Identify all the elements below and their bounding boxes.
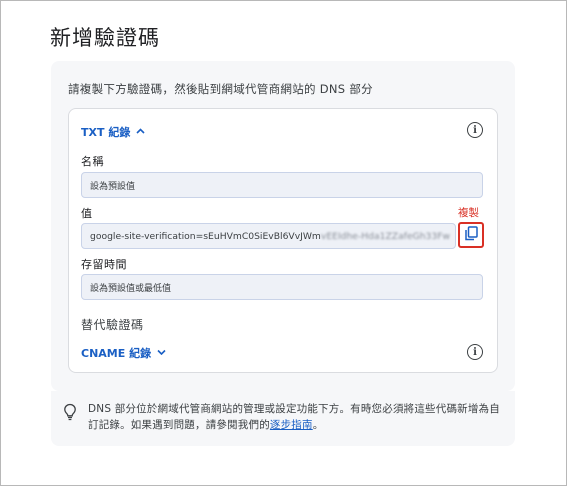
cname-record-label: CNAME 紀錄 [81,347,152,360]
step-by-step-guide-link[interactable]: 逐步指南 [270,419,313,431]
alternate-code-heading: 替代驗證碼 [81,318,144,332]
tip-text: DNS 部分位於網域代管商網站的管理或設定功能下方。有時您必須將這些代碼新增為自… [88,401,508,433]
name-field[interactable]: 設為預設值 [81,172,483,198]
copy-button[interactable] [458,222,484,248]
name-label: 名稱 [81,155,104,168]
page-title: 新增驗證碼 [50,26,160,50]
info-icon[interactable]: i [467,122,483,138]
verification-code-obscured: vEEIdhe-Hda1ZZafeGh33Fw [320,230,451,242]
verification-code-field[interactable]: google-site-verification=sEuHVmC0SiEvBl6… [81,223,456,249]
instruction-text: 請複製下方驗證碼，然後貼到網域代管商網站的 DNS 部分 [68,82,373,96]
txt-record-toggle[interactable]: TXT 紀錄 [81,124,145,140]
info-icon[interactable]: i [467,344,483,360]
tip-text-end: 。 [312,419,324,431]
cname-record-toggle[interactable]: CNAME 紀錄 [81,345,166,361]
copy-icon [464,225,478,245]
value-label: 值 [81,207,93,220]
chevron-down-icon [157,348,166,358]
chevron-up-icon [136,127,145,137]
txt-record-label: TXT 紀錄 [81,126,131,139]
ttl-label: 存留時間 [81,258,127,271]
lightbulb-icon [63,403,77,425]
verification-code-text: google-site-verification=sEuHVmC0SiEvBl6… [90,230,321,242]
ttl-field[interactable]: 設為預設值或最低值 [81,274,483,300]
copy-label: 複製 [458,207,479,219]
